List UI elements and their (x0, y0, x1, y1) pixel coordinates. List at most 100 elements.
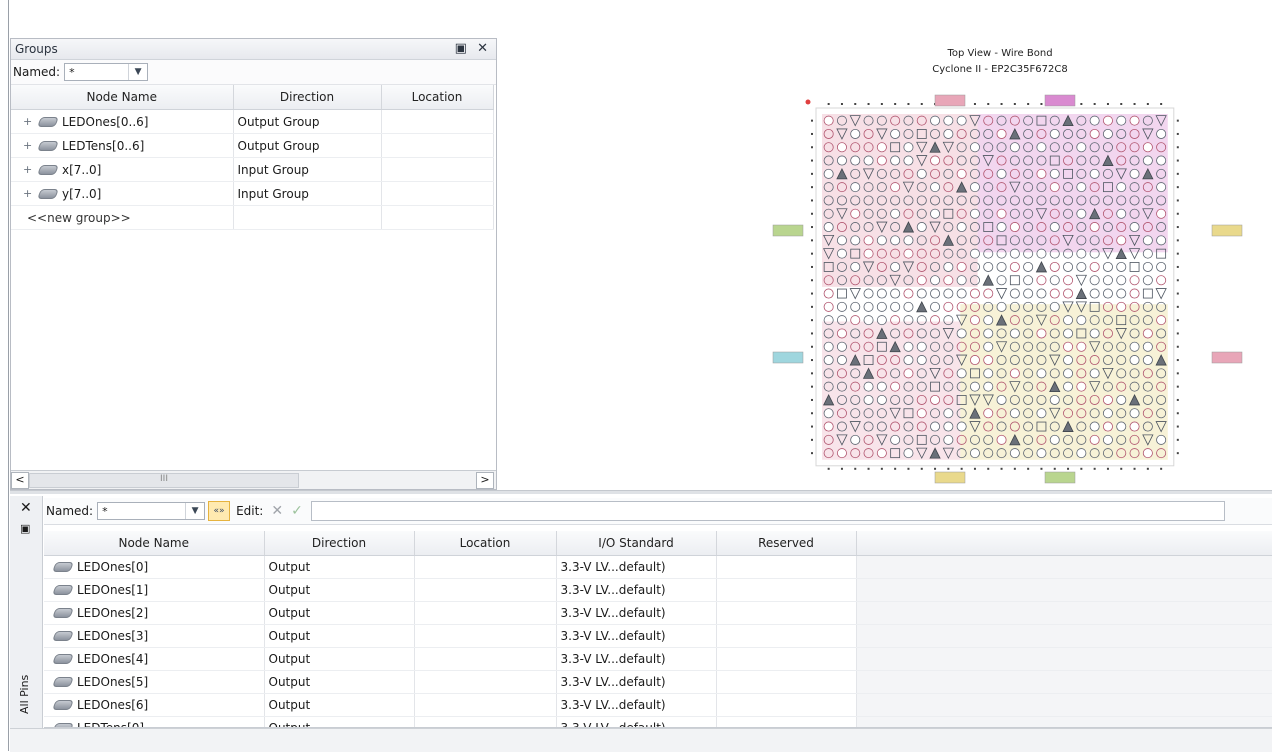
pin-io-standard[interactable]: 3.3-V LV...default) (556, 578, 717, 602)
pin-direction[interactable]: Output (264, 555, 415, 579)
col-header-location[interactable]: Location (381, 85, 494, 110)
col-header-direction[interactable]: Direction (264, 531, 415, 556)
expand-icon[interactable]: + (23, 115, 33, 128)
pin-node-cell[interactable]: LEDOnes[4] (44, 647, 265, 671)
scroll-right-button[interactable]: > (476, 472, 494, 489)
pin-direction[interactable]: Output (264, 693, 415, 717)
pin-direction[interactable]: Output (264, 624, 415, 648)
expand-icon[interactable]: + (23, 139, 33, 152)
group-node-cell[interactable]: + x[7..0] (11, 157, 234, 182)
expand-icon[interactable]: + (23, 163, 33, 176)
filter-button[interactable]: «» (208, 501, 231, 521)
pin-node-cell[interactable]: LEDOnes[3] (44, 624, 265, 648)
pin-reserved[interactable] (716, 578, 857, 602)
horizontal-scrollbar[interactable]: < III > (11, 470, 496, 489)
package-pin-map[interactable] (770, 90, 1260, 490)
chevron-down-icon[interactable]: ▼ (128, 64, 147, 80)
pin-node-cell[interactable]: LEDOnes[1] (44, 578, 265, 602)
scroll-thumb[interactable]: III (29, 473, 299, 488)
groups-named-combo[interactable]: * ▼ (64, 63, 149, 81)
float-window-icon[interactable]: ▣ (455, 41, 467, 56)
pin-row[interactable]: LEDOnes[5] Output 3.3-V LV...default) (44, 670, 1272, 694)
pin-row[interactable]: LEDOnes[6] Output 3.3-V LV...default) (44, 693, 1272, 717)
pin-marker (969, 182, 980, 193)
group-location[interactable] (381, 109, 494, 134)
pin-node-cell[interactable]: LEDOnes[6] (44, 693, 265, 717)
pin-reserved[interactable] (716, 624, 857, 648)
group-direction[interactable]: Input Group (233, 157, 382, 182)
group-row[interactable]: + y[7..0] Input Group (11, 181, 494, 206)
close-icon[interactable]: ✕ (477, 41, 488, 56)
group-row[interactable]: + LEDTens[0..6] Output Group (11, 133, 494, 158)
group-node-cell[interactable]: + LEDTens[0..6] (11, 133, 234, 158)
pin-row[interactable]: LEDOnes[4] Output 3.3-V LV...default) (44, 647, 1272, 671)
new-group-row[interactable]: <<new group>> (11, 205, 494, 230)
scroll-left-button[interactable]: < (11, 472, 29, 489)
pin-direction[interactable]: Output (264, 601, 415, 625)
pin-location[interactable] (414, 578, 557, 602)
col-header-io-standard[interactable]: I/O Standard (556, 531, 717, 556)
pin-reserved[interactable] (716, 693, 857, 717)
pin-io-standard[interactable]: 3.3-V LV...default) (556, 624, 717, 648)
new-group-cell[interactable]: <<new group>> (11, 205, 234, 230)
expand-icon[interactable]: + (23, 187, 33, 200)
pin-row[interactable]: LEDOnes[1] Output 3.3-V LV...default) (44, 578, 1272, 602)
pin-row[interactable]: LEDOnes[3] Output 3.3-V LV...default) (44, 624, 1272, 648)
pin-reserved[interactable] (716, 647, 857, 671)
group-direction[interactable]: Input Group (233, 181, 382, 206)
pin-node-cell[interactable]: LEDOnes[0] (44, 555, 265, 579)
pin-location[interactable] (414, 647, 557, 671)
pin-direction[interactable]: Output (264, 670, 415, 694)
edit-input[interactable] (310, 501, 1225, 521)
group-location[interactable] (381, 133, 494, 158)
group-node-cell[interactable]: + LEDOnes[0..6] (11, 109, 234, 134)
pin-direction[interactable]: Output (264, 578, 415, 602)
pin-location[interactable] (414, 555, 557, 579)
float-window-icon[interactable]: ▣ (20, 522, 30, 535)
package-view[interactable] (770, 90, 1260, 490)
pin-reserved[interactable] (716, 601, 857, 625)
pin-io-standard[interactable]: 3.3-V LV...default) (556, 716, 717, 727)
group-direction[interactable]: Output Group (233, 133, 382, 158)
chevron-down-icon[interactable]: ▼ (185, 503, 204, 519)
col-header-node-name[interactable]: Node Name (44, 531, 265, 556)
pin-row[interactable]: LEDOnes[0] Output 3.3-V LV...default) (44, 555, 1272, 579)
pin-node-cell[interactable]: LEDOnes[2] (44, 601, 265, 625)
pin-io-standard[interactable]: 3.3-V LV...default) (556, 555, 717, 579)
pin-node-cell[interactable]: LEDTens[0] (44, 716, 265, 727)
pin-direction[interactable]: Output (264, 647, 415, 671)
close-icon[interactable]: ✕ (20, 500, 32, 516)
pin-io-standard[interactable]: 3.3-V LV...default) (556, 601, 717, 625)
pins-named-combo[interactable]: * ▼ (97, 502, 206, 520)
pin-row[interactable]: LEDOnes[2] Output 3.3-V LV...default) (44, 601, 1272, 625)
pin-location[interactable] (414, 716, 557, 727)
all-pins-tab-label: All Pins (18, 674, 31, 714)
group-location[interactable] (381, 157, 494, 182)
pin-reserved[interactable] (716, 670, 857, 694)
col-header-reserved[interactable]: Reserved (716, 531, 857, 556)
pin-io-standard[interactable]: 3.3-V LV...default) (556, 670, 717, 694)
group-node-cell[interactable]: + y[7..0] (11, 181, 234, 206)
pin-location[interactable] (414, 601, 557, 625)
pin-direction[interactable]: Output (264, 716, 415, 727)
pin-row[interactable]: LEDTens[0] Output 3.3-V LV...default) (44, 716, 1272, 727)
pin-io-standard[interactable]: 3.3-V LV...default) (556, 693, 717, 717)
group-location[interactable] (381, 181, 494, 206)
col-header-location[interactable]: Location (414, 531, 557, 556)
group-row[interactable]: + LEDOnes[0..6] Output Group (11, 109, 494, 134)
pin-location[interactable] (414, 670, 557, 694)
pin-location[interactable] (414, 693, 557, 717)
all-pins-tab[interactable]: All Pins (12, 656, 40, 716)
pin-location[interactable] (414, 624, 557, 648)
group-row[interactable]: + x[7..0] Input Group (11, 157, 494, 182)
col-header-direction[interactable]: Direction (233, 85, 382, 110)
col-header-node-name[interactable]: Node Name (11, 85, 234, 110)
pin-node-cell[interactable]: LEDOnes[5] (44, 670, 265, 694)
group-direction[interactable]: Output Group (233, 109, 382, 134)
edit-cancel-icon[interactable]: ✕ (271, 503, 283, 519)
pin-reserved[interactable] (716, 716, 857, 727)
pin-reserved[interactable] (716, 555, 857, 579)
pin-io-standard[interactable]: 3.3-V LV...default) (556, 647, 717, 671)
pane-splitter[interactable] (10, 490, 1272, 494)
edit-accept-icon[interactable]: ✓ (291, 503, 303, 519)
